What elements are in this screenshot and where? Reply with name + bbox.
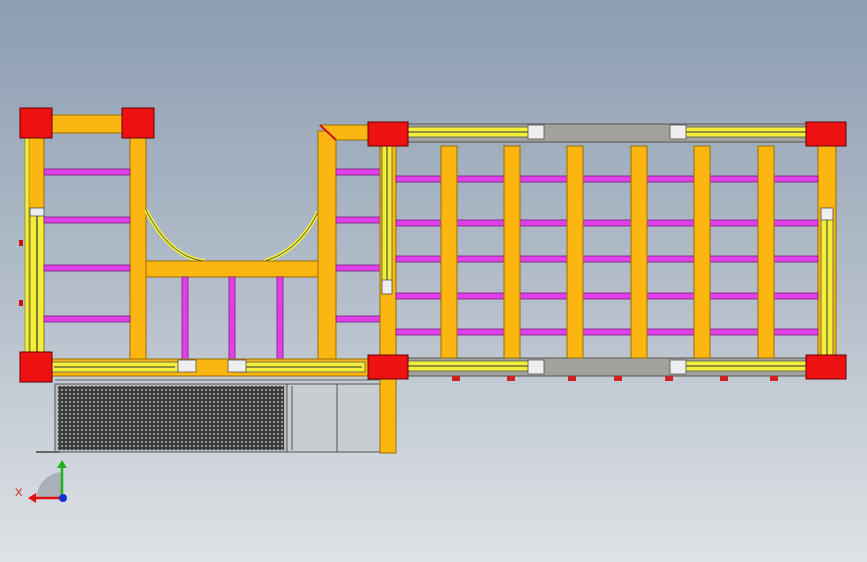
right-cross-beam-6 xyxy=(757,145,775,359)
rail-mount-tabs xyxy=(452,376,778,381)
right-cross-beam-1 xyxy=(440,145,458,359)
middle-vertical-rollers xyxy=(181,276,284,361)
rail-tab-2 xyxy=(507,376,515,381)
rail-tab-7 xyxy=(770,376,778,381)
right-roller-4 xyxy=(395,292,819,300)
bottom-open-panel xyxy=(286,383,382,453)
middle-right-beam xyxy=(317,130,337,360)
right-cross-beam-4 xyxy=(630,145,648,359)
x-axis-label: X xyxy=(15,487,23,499)
axis-triad: X xyxy=(15,460,67,503)
right-cross-beam-2 xyxy=(503,145,521,359)
left-guide-rail xyxy=(24,136,30,354)
right-section-frame xyxy=(384,123,837,381)
middle-cross-beam xyxy=(145,260,319,278)
right-cross-beam-5 xyxy=(693,145,711,359)
rail-tab-6 xyxy=(720,376,728,381)
left-inner-beam xyxy=(129,122,147,368)
right-cross-beam-3 xyxy=(566,145,584,359)
cad-viewport[interactable]: X xyxy=(0,0,867,562)
right-roller-5 xyxy=(395,328,819,336)
bottom-mesh-guard xyxy=(36,379,382,453)
rail-tab-4 xyxy=(614,376,622,381)
rail-tab-5 xyxy=(665,376,673,381)
left-rollers xyxy=(43,168,131,323)
middle-right-rollers xyxy=(335,168,381,323)
conveyor-frame-drawing: X xyxy=(15,107,847,503)
right-roller-2 xyxy=(395,219,819,227)
left-section-frame xyxy=(19,114,155,368)
right-roller-rows xyxy=(395,175,819,336)
bottom-long-beam xyxy=(35,358,397,377)
right-roller-3 xyxy=(395,255,819,263)
rail-tab-1 xyxy=(452,376,460,381)
right-roller-1 xyxy=(395,175,819,183)
rail-tab-3 xyxy=(568,376,576,381)
